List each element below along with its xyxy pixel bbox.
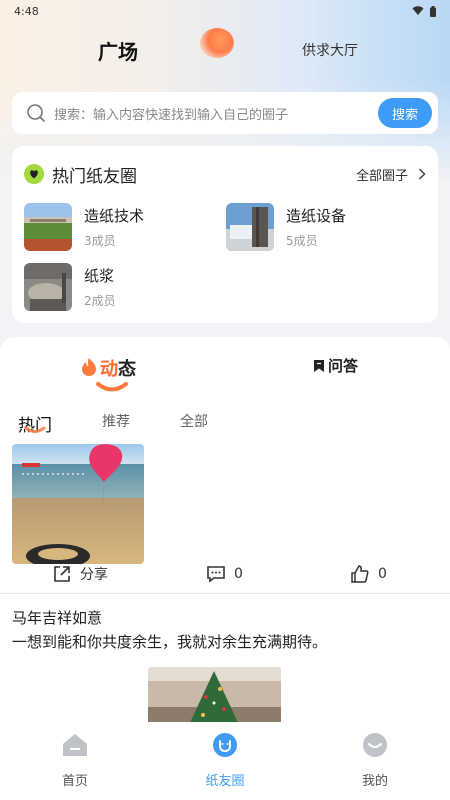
wifi-icon <box>412 6 424 15</box>
circle-members: 3成员 <box>84 234 116 248</box>
status-icons <box>412 5 436 17</box>
thumbs-up-icon <box>351 565 369 583</box>
circle-members: 5成员 <box>286 234 318 248</box>
hot-circles-header: 热门纸友圈 全部圈子 <box>24 162 426 187</box>
status-bar: 4:48 <box>0 0 450 22</box>
segment-qa[interactable]: 问答 <box>313 355 358 376</box>
segment-qa-label: 问答 <box>328 357 359 375</box>
circle-item-paper-tech[interactable]: 造纸技术 3成员 <box>24 203 214 251</box>
like-count: 0 <box>378 566 387 582</box>
heart-badge-icon <box>24 164 44 184</box>
tab-recommend[interactable]: 推荐 <box>102 411 130 431</box>
bookmark-icon <box>314 359 324 372</box>
tab-paper-circle-label: 纸友圈 <box>205 774 245 789</box>
feed-sub-tabs: 热门 推荐 全部 <box>0 409 450 439</box>
post-image-christmas-tree[interactable] <box>148 667 281 722</box>
share-label: 分享 <box>80 567 108 583</box>
share-icon <box>54 566 70 582</box>
bottom-tab-bar: 首页 纸友圈 我的 <box>0 722 450 800</box>
circle-name: 造纸技术 <box>84 207 145 225</box>
battery-icon <box>430 5 436 17</box>
home-icon <box>63 734 87 756</box>
like-button[interactable]: 0 <box>350 564 387 584</box>
nav-header: 广场 供求大厅 <box>0 28 450 72</box>
post-title: 马年吉祥如意 <box>12 609 103 627</box>
tab-mine[interactable]: 我的 <box>335 732 415 789</box>
circle-name: 纸浆 <box>84 267 115 285</box>
all-circles-label: 全部圈子 <box>355 168 408 184</box>
circle-thumbnail <box>24 203 72 251</box>
comment-count: 0 <box>234 566 243 582</box>
search-bar[interactable]: 搜索：输入内容快速找到输入自己的圈子 搜索 <box>12 92 438 134</box>
post-image[interactable] <box>12 444 144 564</box>
active-segment-indicator <box>96 382 128 392</box>
feed-panel: 动态 问答 热门 推荐 全部 分享 0 0 马年吉祥如意 一想到能和你共度余生，… <box>0 337 450 722</box>
circle-thumbnail <box>24 263 72 311</box>
hot-circles-card: 热门纸友圈 全部圈子 造纸技术 3成员 造纸设备 5成员 纸浆 2成员 <box>12 146 438 323</box>
profile-icon <box>363 733 387 757</box>
hot-circles-title: 热门纸友圈 <box>52 166 137 187</box>
search-input[interactable]: 搜索：输入内容快速找到输入自己的圈子 <box>54 104 378 123</box>
post-actions: 分享 0 0 <box>0 562 450 592</box>
paper-circle-icon <box>213 733 237 757</box>
share-button[interactable]: 分享 <box>52 564 108 584</box>
tab-paper-circle[interactable]: 纸友圈 <box>185 732 265 789</box>
orange-blob-decoration <box>200 28 234 58</box>
supply-demand-tab[interactable]: 供求大厅 <box>302 40 358 60</box>
circle-item-paper-equipment[interactable]: 造纸设备 5成员 <box>226 203 416 251</box>
circle-members: 2成员 <box>84 294 116 308</box>
tab-all[interactable]: 全部 <box>180 411 208 431</box>
circle-name: 造纸设备 <box>286 207 347 225</box>
tab-home-label: 首页 <box>61 774 88 789</box>
tab-mine-label: 我的 <box>361 774 388 789</box>
comment-icon <box>207 566 225 583</box>
circle-thumbnail <box>226 203 274 251</box>
chevron-right-icon <box>418 168 426 180</box>
segment-dynamic[interactable]: 动态 <box>80 353 150 393</box>
tab-home[interactable]: 首页 <box>35 732 115 789</box>
search-icon <box>27 104 45 122</box>
segment-dynamic-label-accent: 动 <box>100 359 118 380</box>
status-time: 4:48 <box>14 4 39 18</box>
all-circles-link[interactable]: 全部圈子 <box>356 165 426 184</box>
page-title[interactable]: 广场 <box>98 36 138 65</box>
post-body: 一想到能和你共度余生，我就对余生充满期待。 <box>12 633 328 651</box>
segment-dynamic-label-rest: 态 <box>118 359 136 380</box>
circle-item-paper-pulp[interactable]: 纸浆 2成员 <box>24 263 214 311</box>
flame-icon <box>82 358 96 376</box>
search-button[interactable]: 搜索 <box>378 98 432 128</box>
comment-button[interactable]: 0 <box>206 564 243 584</box>
active-tab-indicator <box>24 426 46 433</box>
divider <box>0 593 450 594</box>
segment-dynamic-label: 动态 <box>100 355 136 381</box>
